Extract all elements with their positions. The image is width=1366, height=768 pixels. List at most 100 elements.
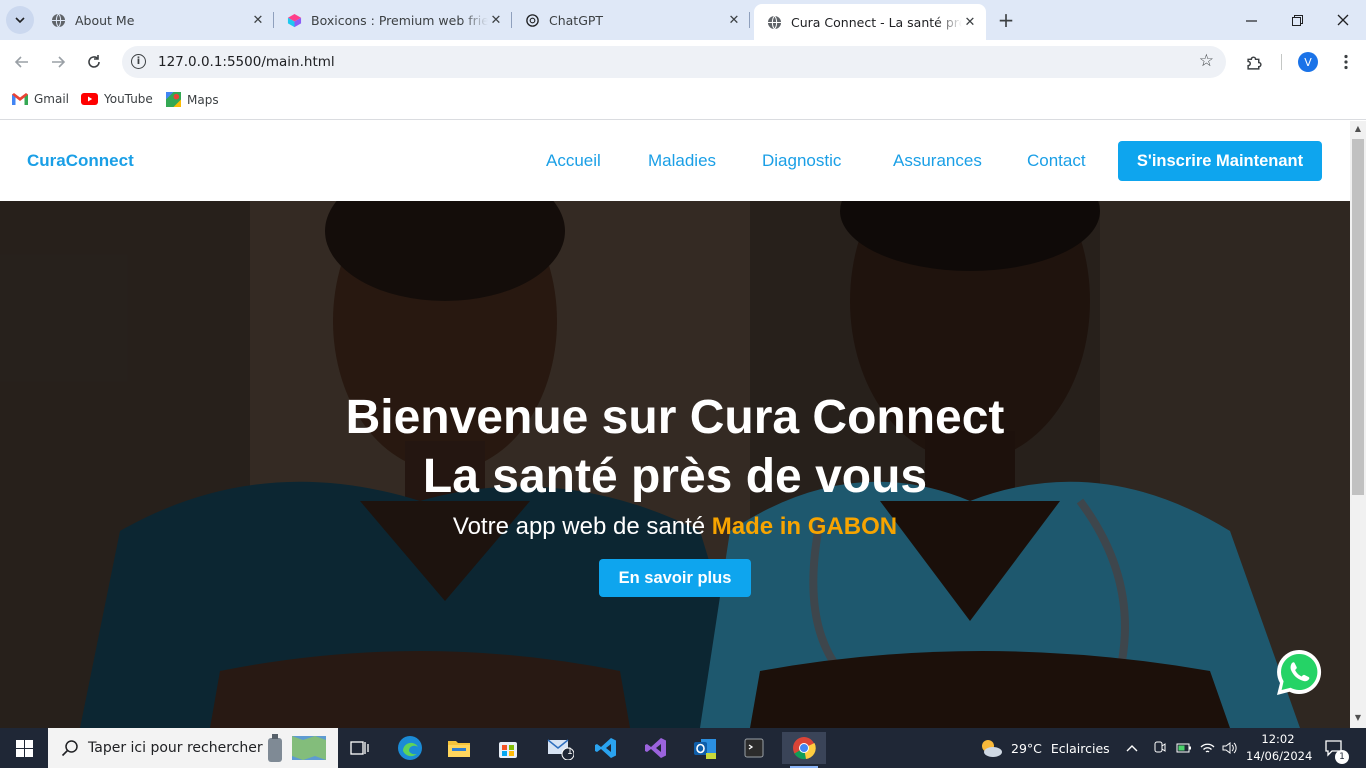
task-view-icon: [350, 741, 369, 755]
whatsapp-icon: [1277, 649, 1322, 695]
reload-icon: [88, 55, 100, 68]
learn-more-button[interactable]: En savoir plus: [598, 559, 752, 597]
bookmark-star-icon[interactable]: ☆: [1199, 51, 1214, 71]
forward-button[interactable]: [44, 48, 72, 76]
weather-widget[interactable]: 29°C Eclaircies: [978, 728, 1110, 768]
url-text[interactable]: 127.0.0.1:5500/main.html: [158, 54, 335, 70]
scrollbar-thumb[interactable]: [1352, 139, 1364, 495]
bookmark-gmail[interactable]: Gmail: [12, 92, 69, 106]
site-info-icon[interactable]: i: [131, 54, 146, 69]
hero-subtitle-highlight: Made in GABON: [711, 513, 898, 540]
profile-avatar[interactable]: V: [1298, 52, 1318, 72]
battery-icon[interactable]: [1176, 728, 1192, 768]
close-window-button[interactable]: [1320, 0, 1366, 40]
tab-about-me[interactable]: About Me ✕: [38, 4, 274, 36]
windows-taskbar: Taper ici pour rechercher 1 29°C Eclairc…: [0, 728, 1366, 768]
taskbar-outlook[interactable]: [685, 732, 725, 764]
close-tab-icon[interactable]: ✕: [962, 14, 978, 30]
search-highlight-icon: [268, 734, 326, 762]
edge-icon: [398, 736, 422, 760]
taskbar-chrome[interactable]: [782, 732, 826, 768]
page-viewport: CuraConnect Accueil Maladies Diagnostic …: [0, 121, 1350, 728]
menu-button[interactable]: [1332, 48, 1360, 76]
puzzle-icon: [1246, 55, 1262, 70]
nav-link-diagnostic[interactable]: Diagnostic: [762, 151, 841, 171]
nav-link-contact[interactable]: Contact: [1027, 151, 1086, 171]
arrow-right-icon: [52, 56, 66, 68]
scroll-down-icon[interactable]: ▼: [1353, 713, 1363, 722]
mail-badge-count: 1: [567, 747, 573, 757]
taskbar-visual-studio[interactable]: [636, 732, 676, 764]
signup-button[interactable]: S'inscrire Maintenant: [1118, 141, 1322, 181]
meet-now-icon[interactable]: [1152, 728, 1166, 768]
wifi-icon[interactable]: [1200, 728, 1215, 768]
tab-title: Cura Connect - La santé près de: [791, 14, 962, 30]
taskbar-file-explorer[interactable]: [439, 732, 479, 764]
search-placeholder: Taper ici pour rechercher: [88, 740, 263, 756]
globe-icon: [766, 14, 782, 30]
system-clock[interactable]: 12:02 14/06/2024: [1246, 731, 1313, 765]
bookmark-label: YouTube: [104, 92, 153, 106]
whatsapp-button[interactable]: [1273, 647, 1325, 699]
tab-title: ChatGPT: [549, 12, 604, 28]
hero-title-line1: Bienvenue sur Cura Connect: [345, 391, 1005, 444]
bookmark-maps[interactable]: Maps: [166, 92, 219, 107]
nav-link-assurances[interactable]: Assurances: [893, 151, 982, 171]
arrow-left-icon: [14, 56, 28, 68]
chevron-up-icon: [1126, 745, 1138, 752]
address-bar[interactable]: i 127.0.0.1:5500/main.html ☆: [122, 46, 1226, 78]
notifications-button[interactable]: 1: [1324, 728, 1349, 768]
restore-icon: [1291, 14, 1303, 26]
hero-text: Bienvenue sur Cura Connect La santé près…: [0, 388, 1350, 597]
site-brand[interactable]: CuraConnect: [27, 151, 134, 171]
close-tab-icon[interactable]: ✕: [250, 12, 266, 28]
volume-icon[interactable]: [1222, 728, 1238, 768]
tab-title: About Me: [75, 12, 135, 28]
nav-link-maladies[interactable]: Maladies: [648, 151, 716, 171]
taskbar-terminal[interactable]: [734, 732, 774, 764]
globe-icon: [50, 12, 66, 28]
new-tab-button[interactable]: +: [994, 8, 1018, 32]
reload-button[interactable]: [80, 48, 108, 76]
tab-boxicons[interactable]: Boxicons : Premium web friendly ✕: [274, 4, 512, 36]
taskbar-vscode[interactable]: [586, 732, 626, 764]
chevron-down-icon: [15, 17, 25, 24]
minimize-button[interactable]: [1228, 0, 1274, 40]
bookmark-label: Maps: [187, 92, 219, 107]
restore-button[interactable]: [1274, 0, 1320, 40]
extensions-button[interactable]: [1240, 48, 1268, 76]
taskbar-mail[interactable]: 1: [540, 732, 580, 764]
visual-studio-icon: [645, 738, 666, 758]
taskbar-search-box[interactable]: Taper ici pour rechercher: [48, 728, 338, 768]
scroll-up-icon[interactable]: ▲: [1353, 124, 1363, 133]
tab-chatgpt[interactable]: ChatGPT ✕: [512, 4, 750, 36]
close-tab-icon[interactable]: ✕: [488, 12, 504, 28]
browser-toolbar: i 127.0.0.1:5500/main.html ☆: [0, 40, 1366, 84]
gmail-icon: [12, 93, 28, 105]
site-navbar: CuraConnect Accueil Maladies Diagnostic …: [0, 121, 1350, 201]
clock-time: 12:02: [1261, 732, 1295, 746]
nav-link-accueil[interactable]: Accueil: [546, 151, 601, 171]
store-icon: [499, 742, 517, 758]
bookmark-youtube[interactable]: YouTube: [81, 92, 153, 106]
chrome-icon: [793, 737, 816, 760]
close-icon: [1337, 14, 1349, 26]
partly-sunny-icon: [982, 740, 1002, 757]
back-button[interactable]: [8, 48, 36, 76]
taskbar-edge[interactable]: [390, 732, 430, 764]
hero-title-line2: La santé près de vous: [422, 450, 928, 503]
page-scrollbar[interactable]: ▲ ▼: [1350, 121, 1366, 728]
show-hidden-icons[interactable]: [1126, 728, 1138, 768]
tab-search-button[interactable]: [6, 6, 34, 34]
task-view-button[interactable]: [340, 732, 380, 764]
tab-strip: About Me ✕ Boxicons : Premium web friend…: [0, 0, 1366, 40]
clock-date: 14/06/2024: [1246, 749, 1313, 763]
folder-icon: [448, 741, 470, 757]
notification-count: 1: [1335, 750, 1349, 764]
hero-subtitle-prefix: Votre app web de santé: [452, 513, 712, 540]
taskbar-store[interactable]: [488, 732, 528, 764]
chatgpt-icon: [524, 12, 540, 28]
start-button[interactable]: [0, 728, 48, 768]
tab-cura-connect[interactable]: Cura Connect - La santé près de ✕: [754, 4, 986, 40]
close-tab-icon[interactable]: ✕: [726, 12, 742, 28]
